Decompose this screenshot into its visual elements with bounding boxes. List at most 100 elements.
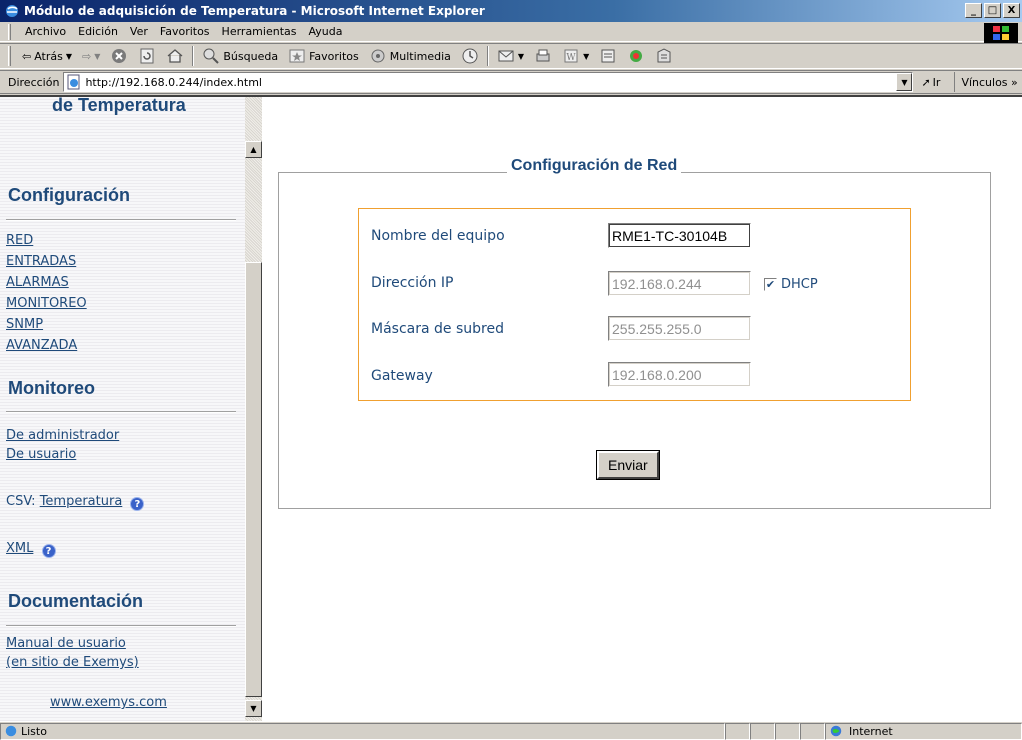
menu-edicion[interactable]: Edición bbox=[72, 25, 124, 38]
menu-archivo[interactable]: Archivo bbox=[19, 25, 72, 38]
scroll-up-button[interactable]: ▲ bbox=[245, 141, 262, 158]
window-title: Módulo de adquisición de Temperatura - M… bbox=[24, 4, 485, 18]
submit-button[interactable]: Enviar bbox=[596, 450, 660, 480]
minimize-button[interactable]: _ bbox=[965, 3, 982, 18]
history-button[interactable] bbox=[456, 45, 484, 67]
csv-prefix: CSV: bbox=[6, 494, 36, 509]
help-icon[interactable]: ? bbox=[130, 497, 145, 511]
mail-icon bbox=[498, 50, 514, 62]
word-icon: W bbox=[564, 49, 578, 63]
csv-temperatura-link[interactable]: Temperatura bbox=[40, 494, 123, 509]
research-button[interactable] bbox=[650, 45, 678, 67]
status-bar: Listo Internet bbox=[0, 721, 1022, 740]
title-bar[interactable]: Módulo de adquisición de Temperatura - M… bbox=[0, 0, 1022, 22]
help-icon[interactable]: ? bbox=[41, 544, 56, 558]
refresh-button[interactable] bbox=[133, 45, 161, 67]
discuss-button[interactable] bbox=[594, 45, 622, 67]
dhcp-checkbox[interactable]: ✔ bbox=[764, 278, 777, 291]
internet-explorer-icon bbox=[6, 5, 18, 17]
toolbar-grip[interactable] bbox=[8, 46, 11, 66]
monitor-divider bbox=[6, 411, 236, 413]
print-icon bbox=[536, 49, 550, 62]
toolbar-separator bbox=[486, 46, 489, 66]
stop-button[interactable] bbox=[105, 45, 133, 67]
menu-herramientas[interactable]: Herramientas bbox=[216, 25, 303, 38]
multimedia-button[interactable]: Multimedia bbox=[364, 45, 456, 67]
multimedia-label: Multimedia bbox=[389, 49, 451, 63]
links-button[interactable]: Vínculos » bbox=[954, 72, 1018, 92]
chevron-down-icon: ▼ bbox=[583, 51, 590, 61]
scroll-thumb[interactable] bbox=[245, 262, 262, 697]
manual-link-line2[interactable]: (en sitio de Exemys) bbox=[6, 655, 139, 670]
research-icon bbox=[657, 48, 671, 63]
ip-input[interactable]: 192.168.0.244 bbox=[608, 271, 751, 296]
messenger-button[interactable] bbox=[622, 45, 650, 67]
menu-ver[interactable]: Ver bbox=[124, 25, 154, 38]
xml-row: XML ? bbox=[6, 541, 56, 558]
forward-button[interactable]: ⇨ ▼ bbox=[77, 45, 105, 67]
page-icon bbox=[5, 725, 17, 737]
search-button[interactable]: Búsqueda bbox=[197, 45, 283, 67]
chevron-up-icon: ▲ bbox=[250, 145, 257, 154]
favorites-icon bbox=[289, 49, 305, 63]
home-button[interactable] bbox=[161, 45, 189, 67]
chevron-down-icon: ▼ bbox=[65, 51, 73, 61]
favorites-button[interactable]: Favoritos bbox=[283, 45, 364, 67]
multimedia-icon bbox=[371, 49, 385, 63]
nav-link-administrador[interactable]: De administrador bbox=[6, 428, 119, 443]
edit-button[interactable]: W ▼ bbox=[557, 45, 594, 67]
status-text-cell: Listo bbox=[0, 722, 725, 740]
status-cell-empty bbox=[775, 722, 800, 740]
address-dropdown-button[interactable]: ▼ bbox=[896, 73, 913, 91]
toolbar: ⇦ Atrás ▼ ⇨ ▼ Búsqueda Favoritos Multime… bbox=[0, 43, 1022, 69]
maximize-button[interactable]: □ bbox=[984, 3, 1001, 18]
refresh-icon bbox=[140, 48, 154, 64]
go-label: Ir bbox=[932, 75, 941, 89]
config-divider bbox=[6, 219, 236, 221]
xml-link[interactable]: XML bbox=[6, 541, 33, 556]
favorites-label: Favoritos bbox=[309, 49, 359, 63]
menu-ayuda[interactable]: Ayuda bbox=[302, 25, 348, 38]
menubar-grip[interactable] bbox=[8, 23, 11, 40]
stop-icon bbox=[112, 49, 127, 63]
go-button[interactable]: ➚ Ir bbox=[921, 76, 940, 89]
close-button[interactable]: X bbox=[1003, 3, 1020, 18]
svg-text:W: W bbox=[566, 53, 576, 63]
left-frame-scrollbar[interactable]: ▲ ▼ bbox=[245, 97, 262, 723]
nav-link-usuario[interactable]: De usuario bbox=[6, 447, 76, 462]
menu-favoritos[interactable]: Favoritos bbox=[154, 25, 216, 38]
gateway-label: Gateway bbox=[371, 368, 433, 384]
manual-link-line1[interactable]: Manual de usuario bbox=[6, 636, 126, 651]
print-button[interactable] bbox=[529, 45, 557, 67]
browser-content: de Temperatura Configuración RED ENTRADA… bbox=[0, 95, 1022, 723]
nav-link-alarmas[interactable]: ALARMAS bbox=[6, 275, 69, 290]
nav-link-entradas[interactable]: ENTRADAS bbox=[6, 254, 76, 269]
discuss-icon bbox=[601, 49, 615, 63]
mask-label: Máscara de subred bbox=[371, 321, 504, 337]
mask-input[interactable]: 255.255.255.0 bbox=[608, 316, 751, 341]
left-navigation-frame: de Temperatura Configuración RED ENTRADA… bbox=[0, 97, 245, 723]
back-button[interactable]: ⇦ Atrás ▼ bbox=[17, 45, 77, 67]
home-icon bbox=[167, 49, 183, 63]
hostname-input[interactable]: RME1-TC-30104B bbox=[608, 223, 751, 248]
security-zone-cell[interactable]: Internet bbox=[825, 722, 1022, 740]
partial-site-title: de Temperatura bbox=[52, 97, 186, 115]
doc-divider bbox=[6, 625, 236, 627]
status-text: Listo bbox=[21, 724, 47, 738]
search-label: Búsqueda bbox=[223, 49, 279, 63]
dhcp-checkbox-group[interactable]: ✔ DHCP bbox=[764, 277, 818, 292]
nav-link-monitoreo[interactable]: MONITOREO bbox=[6, 296, 87, 311]
status-cell-empty bbox=[800, 722, 825, 740]
gateway-input[interactable]: 192.168.0.200 bbox=[608, 362, 751, 387]
toolbar-separator bbox=[192, 46, 195, 66]
nav-link-avanzada[interactable]: AVANZADA bbox=[6, 338, 77, 353]
nav-link-snmp[interactable]: SNMP bbox=[6, 317, 43, 332]
nav-link-red[interactable]: RED bbox=[6, 233, 33, 248]
exemys-website-link[interactable]: www.exemys.com bbox=[50, 695, 167, 710]
forward-arrow-icon: ⇨ bbox=[82, 49, 92, 63]
address-input[interactable]: http://192.168.0.244/index.html ▼ bbox=[63, 72, 914, 92]
scroll-down-button[interactable]: ▼ bbox=[245, 700, 262, 717]
windows-logo-icon bbox=[984, 23, 1018, 43]
menu-bar: Archivo Edición Ver Favoritos Herramient… bbox=[0, 22, 1022, 43]
mail-button[interactable]: ▼ bbox=[492, 45, 529, 67]
